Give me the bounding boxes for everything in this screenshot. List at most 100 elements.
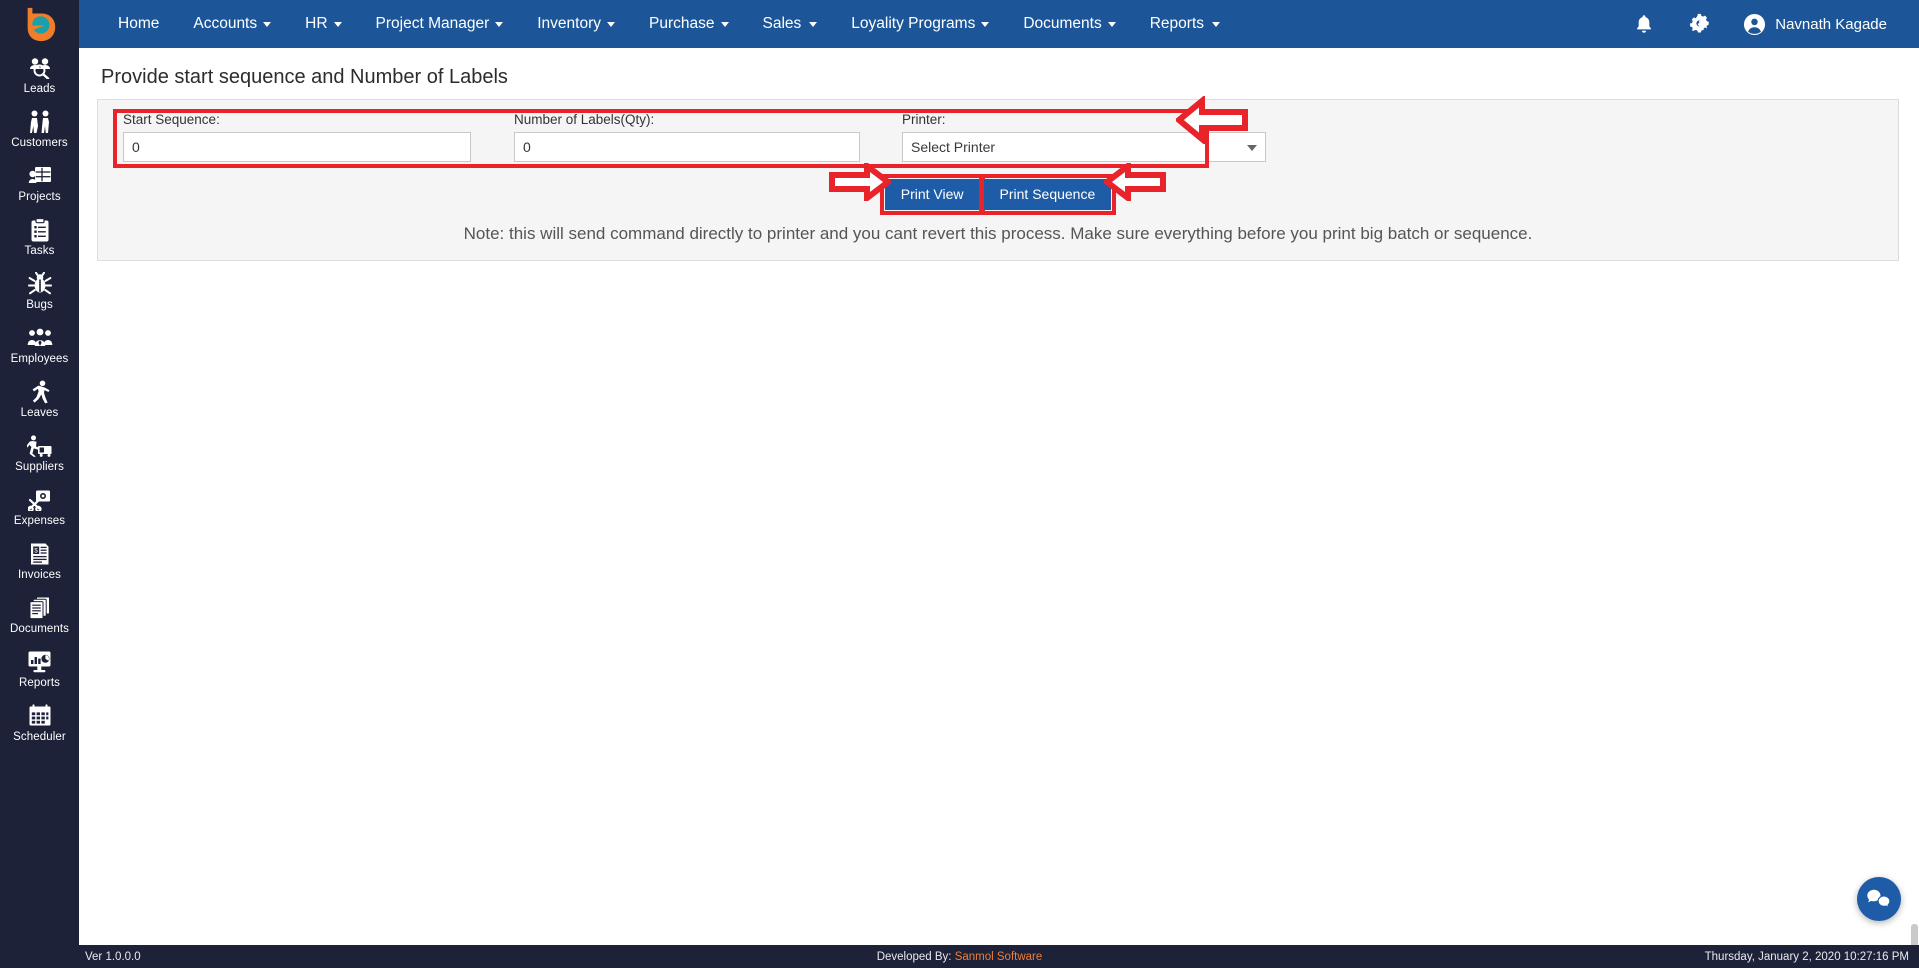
expenses-scissors-icon bbox=[27, 487, 53, 512]
nav-label: Documents bbox=[1023, 0, 1101, 48]
sidebar-item-label: Employees bbox=[11, 353, 69, 366]
sidebar-item-expenses[interactable]: Expenses bbox=[0, 480, 79, 534]
sidebar-item-label: Reports bbox=[19, 677, 60, 690]
field-number-of-labels: Number of Labels(Qty): bbox=[501, 112, 872, 162]
sidebar-item-label: Projects bbox=[18, 191, 60, 204]
customers-icon bbox=[27, 109, 53, 134]
sidebar-item-reports[interactable]: Reports bbox=[0, 642, 79, 696]
nav-item-loyality-programs[interactable]: Loyality Programs bbox=[834, 0, 1006, 48]
field-start-sequence: Start Sequence: bbox=[112, 112, 483, 162]
start-sequence-input[interactable] bbox=[123, 132, 471, 162]
nav-item-home[interactable]: Home bbox=[101, 0, 176, 48]
sidebar-item-label: Leaves bbox=[21, 407, 59, 420]
top-navigation-bar: Home Accounts HR Project Manager Invento… bbox=[0, 0, 1919, 48]
sidebar-item-label: Suppliers bbox=[15, 461, 64, 474]
sidebar-item-projects[interactable]: Projects bbox=[0, 156, 79, 210]
nav-label: Purchase bbox=[649, 0, 714, 48]
nav-label: HR bbox=[305, 0, 327, 48]
print-view-button[interactable]: Print View bbox=[885, 179, 980, 210]
sidebar-item-employees[interactable]: Employees bbox=[0, 318, 79, 372]
projects-icon bbox=[27, 163, 53, 188]
nav-label: Loyality Programs bbox=[851, 0, 975, 48]
bell-icon bbox=[1633, 13, 1655, 35]
sidebar-item-invoices[interactable]: $ Invoices bbox=[0, 534, 79, 588]
field-printer: Printer: Select Printer bbox=[890, 112, 1278, 162]
page-title: Provide start sequence and Number of Lab… bbox=[101, 66, 1901, 89]
bird-logo-icon bbox=[21, 5, 59, 43]
sidebar-item-leaves[interactable]: Leaves bbox=[0, 372, 79, 426]
sidebar-item-label: Customers bbox=[11, 137, 68, 150]
sidebar-item-label: Invoices bbox=[18, 569, 61, 582]
leaves-walking-icon bbox=[27, 379, 53, 404]
nav-item-documents[interactable]: Documents bbox=[1006, 0, 1132, 48]
chevron-down-icon bbox=[607, 22, 615, 27]
footer-bar: Ver 1.0.0.0 Developed By: Sanmol Softwar… bbox=[0, 945, 1919, 968]
footer-developed-by-label: Developed By: bbox=[877, 951, 952, 963]
chat-bubbles-icon bbox=[1867, 888, 1891, 910]
print-sequence-button[interactable]: Print Sequence bbox=[984, 179, 1112, 210]
nav-item-sales[interactable]: Sales bbox=[746, 0, 835, 48]
form-fields-row: Start Sequence: Number of Labels(Qty): P… bbox=[112, 112, 1884, 162]
printer-select[interactable]: Select Printer bbox=[902, 132, 1266, 162]
suppliers-icon bbox=[27, 433, 53, 458]
nav-item-reports[interactable]: Reports bbox=[1133, 0, 1237, 48]
employees-icon bbox=[27, 325, 53, 350]
sidebar-item-scheduler[interactable]: Scheduler bbox=[0, 696, 79, 750]
number-of-labels-input[interactable] bbox=[514, 132, 860, 162]
print-sequence-button-wrapper: Print Sequence bbox=[984, 179, 1112, 210]
sidebar-item-leads[interactable]: Leads bbox=[0, 48, 79, 102]
chevron-down-icon bbox=[495, 22, 503, 27]
nav-item-accounts[interactable]: Accounts bbox=[176, 0, 288, 48]
app-root: Home Accounts HR Project Manager Invento… bbox=[0, 0, 1919, 968]
reports-monitor-icon bbox=[27, 649, 53, 674]
sidebar-item-label: Scheduler bbox=[13, 731, 66, 744]
user-circle-icon bbox=[1743, 13, 1766, 36]
nav-label: Reports bbox=[1150, 0, 1204, 48]
sidebar-item-label: Bugs bbox=[26, 299, 53, 312]
nav-label: Home bbox=[118, 0, 159, 48]
sidebar-item-documents[interactable]: Documents bbox=[0, 588, 79, 642]
documents-stack-icon bbox=[27, 595, 53, 620]
chevron-down-icon bbox=[1212, 22, 1220, 27]
nav-label: Inventory bbox=[537, 0, 601, 48]
chevron-down-icon bbox=[721, 22, 729, 27]
nav-label: Project Manager bbox=[376, 0, 490, 48]
left-sidebar: Leads Customers bbox=[0, 0, 79, 945]
warning-note: Note: this will send command directly to… bbox=[112, 224, 1884, 244]
nav-item-hr[interactable]: HR bbox=[288, 0, 358, 48]
sidebar-item-suppliers[interactable]: Suppliers bbox=[0, 426, 79, 480]
settings-button[interactable] bbox=[1671, 0, 1729, 48]
number-of-labels-label: Number of Labels(Qty): bbox=[514, 112, 860, 127]
user-name: Navnath Kagade bbox=[1775, 16, 1887, 33]
main-content: Provide start sequence and Number of Lab… bbox=[79, 48, 1919, 945]
chevron-down-icon bbox=[809, 22, 817, 27]
chevron-down-icon bbox=[334, 22, 342, 27]
sidebar-item-label: Leads bbox=[24, 83, 56, 96]
footer-developer-link[interactable]: Sanmol Software bbox=[955, 951, 1043, 963]
bug-icon bbox=[27, 271, 53, 296]
nav-label: Accounts bbox=[193, 0, 257, 48]
gears-icon bbox=[1687, 12, 1713, 36]
sidebar-item-customers[interactable]: Customers bbox=[0, 102, 79, 156]
nav-item-purchase[interactable]: Purchase bbox=[632, 0, 745, 48]
nav-item-project-manager[interactable]: Project Manager bbox=[359, 0, 521, 48]
chevron-down-icon bbox=[981, 22, 989, 27]
top-nav-items: Home Accounts HR Project Manager Invento… bbox=[101, 0, 1237, 48]
leads-icon bbox=[27, 55, 53, 80]
app-logo[interactable] bbox=[0, 0, 79, 48]
tasks-clipboard-icon bbox=[27, 217, 53, 242]
chat-button[interactable] bbox=[1857, 877, 1901, 921]
sidebar-item-bugs[interactable]: Bugs bbox=[0, 264, 79, 318]
user-menu[interactable]: Navnath Kagade bbox=[1729, 13, 1893, 36]
notifications-button[interactable] bbox=[1617, 0, 1671, 48]
printer-select-wrapper: Select Printer bbox=[902, 132, 1266, 162]
top-nav-right-group: Navnath Kagade bbox=[1617, 0, 1919, 48]
content-scroll-track bbox=[1911, 48, 1919, 945]
print-view-button-wrapper: Print View bbox=[885, 179, 980, 210]
sidebar-item-label: Documents bbox=[10, 623, 69, 636]
nav-item-inventory[interactable]: Inventory bbox=[520, 0, 632, 48]
sidebar-item-tasks[interactable]: Tasks bbox=[0, 210, 79, 264]
chevron-down-icon bbox=[263, 22, 271, 27]
action-buttons-row: Print View Print Sequence bbox=[112, 179, 1884, 210]
calendar-icon bbox=[27, 703, 53, 728]
